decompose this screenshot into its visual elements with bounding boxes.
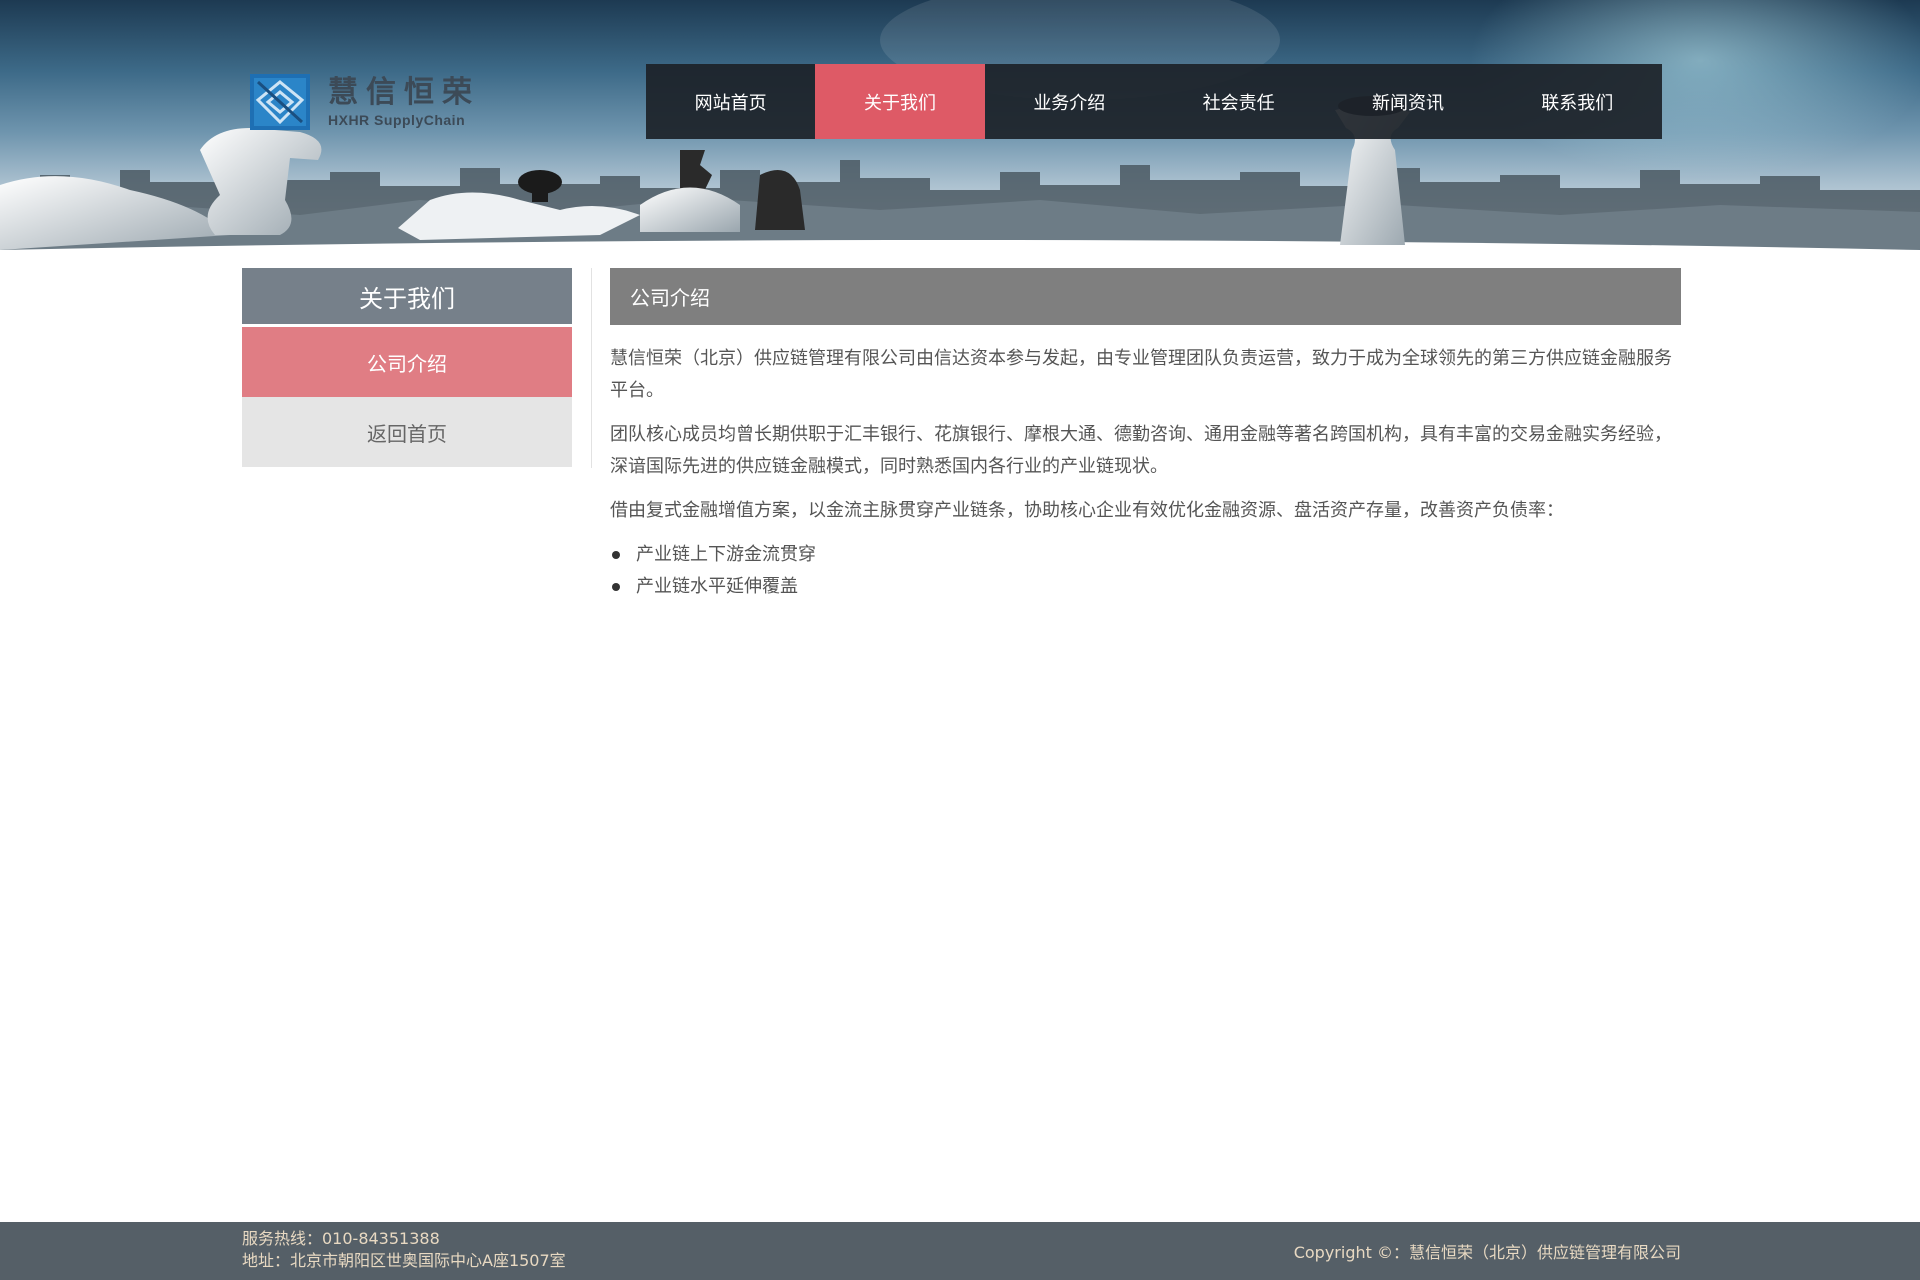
footer: 服务热线：010-84351388 地址：北京市朝阳区世奥国际中心A座1507室… <box>0 1222 1920 1280</box>
nav-item-contact[interactable]: 联系我们 <box>1493 64 1662 139</box>
bullet-dot-icon <box>612 583 620 591</box>
sidebar-item-back-home[interactable]: 返回首页 <box>242 397 572 467</box>
sidebar: 关于我们 公司介绍 返回首页 <box>242 268 572 467</box>
main-nav: 网站首页 关于我们 业务介绍 社会责任 新闻资讯 联系我们 <box>646 64 1662 139</box>
logo-name-cn: 慧信恒荣 <box>328 75 480 110</box>
bullet-list: 产业链上下游金流贯穿 产业链水平延伸覆盖 <box>610 539 1681 603</box>
site-logo[interactable]: 慧信恒荣 HXHR SupplyChain <box>250 74 480 130</box>
hxhr-logo-icon <box>250 74 310 130</box>
footer-address: 地址：北京市朝阳区世奥国际中心A座1507室 <box>242 1251 566 1270</box>
footer-hotline: 服务热线：010-84351388 <box>242 1229 440 1248</box>
nav-item-home[interactable]: 网站首页 <box>646 64 815 139</box>
nav-item-responsibility[interactable]: 社会责任 <box>1154 64 1323 139</box>
logo-name-en: HXHR SupplyChain <box>328 112 466 128</box>
list-item: 产业链水平延伸覆盖 <box>610 571 1681 603</box>
content-paragraph: 借由复式金融增值方案，以金流主脉贯穿产业链条，协助核心企业有效优化金融资源、盘活… <box>610 500 1564 521</box>
list-item-text: 产业链水平延伸覆盖 <box>636 576 798 597</box>
header-banner: 慧信恒荣 HXHR SupplyChain 网站首页 关于我们 业务介绍 社会责… <box>0 0 1920 255</box>
bullet-dot-icon <box>612 551 620 559</box>
content-title: 公司介绍 <box>610 268 1681 325</box>
nav-item-news[interactable]: 新闻资讯 <box>1323 64 1492 139</box>
nav-item-about[interactable]: 关于我们 <box>815 64 985 139</box>
footer-copyright: Copyright ©：慧信恒荣（北京）供应链管理有限公司 <box>1293 1243 1681 1262</box>
sidebar-title: 关于我们 <box>242 268 572 324</box>
nav-item-business[interactable]: 业务介绍 <box>985 64 1154 139</box>
main-content: 公司介绍 慧信恒荣（北京）供应链管理有限公司由信达资本参与发起，由专业管理团队负… <box>610 268 1681 603</box>
content-paragraph: 团队核心成员均曾长期供职于汇丰银行、花旗银行、摩根大通、德勤咨询、通用金融等著名… <box>610 424 1672 477</box>
list-item: 产业链上下游金流贯穿 <box>610 539 1681 571</box>
column-divider <box>591 268 592 468</box>
content-body: 慧信恒荣（北京）供应链管理有限公司由信达资本参与发起，由专业管理团队负责运营，致… <box>610 325 1681 603</box>
list-item-text: 产业链上下游金流贯穿 <box>636 544 816 565</box>
sidebar-item-company-intro[interactable]: 公司介绍 <box>242 327 572 397</box>
footer-contact: 服务热线：010-84351388 地址：北京市朝阳区世奥国际中心A座1507室 <box>242 1228 566 1272</box>
content-paragraph: 慧信恒荣（北京）供应链管理有限公司由信达资本参与发起，由专业管理团队负责运营，致… <box>610 348 1672 401</box>
